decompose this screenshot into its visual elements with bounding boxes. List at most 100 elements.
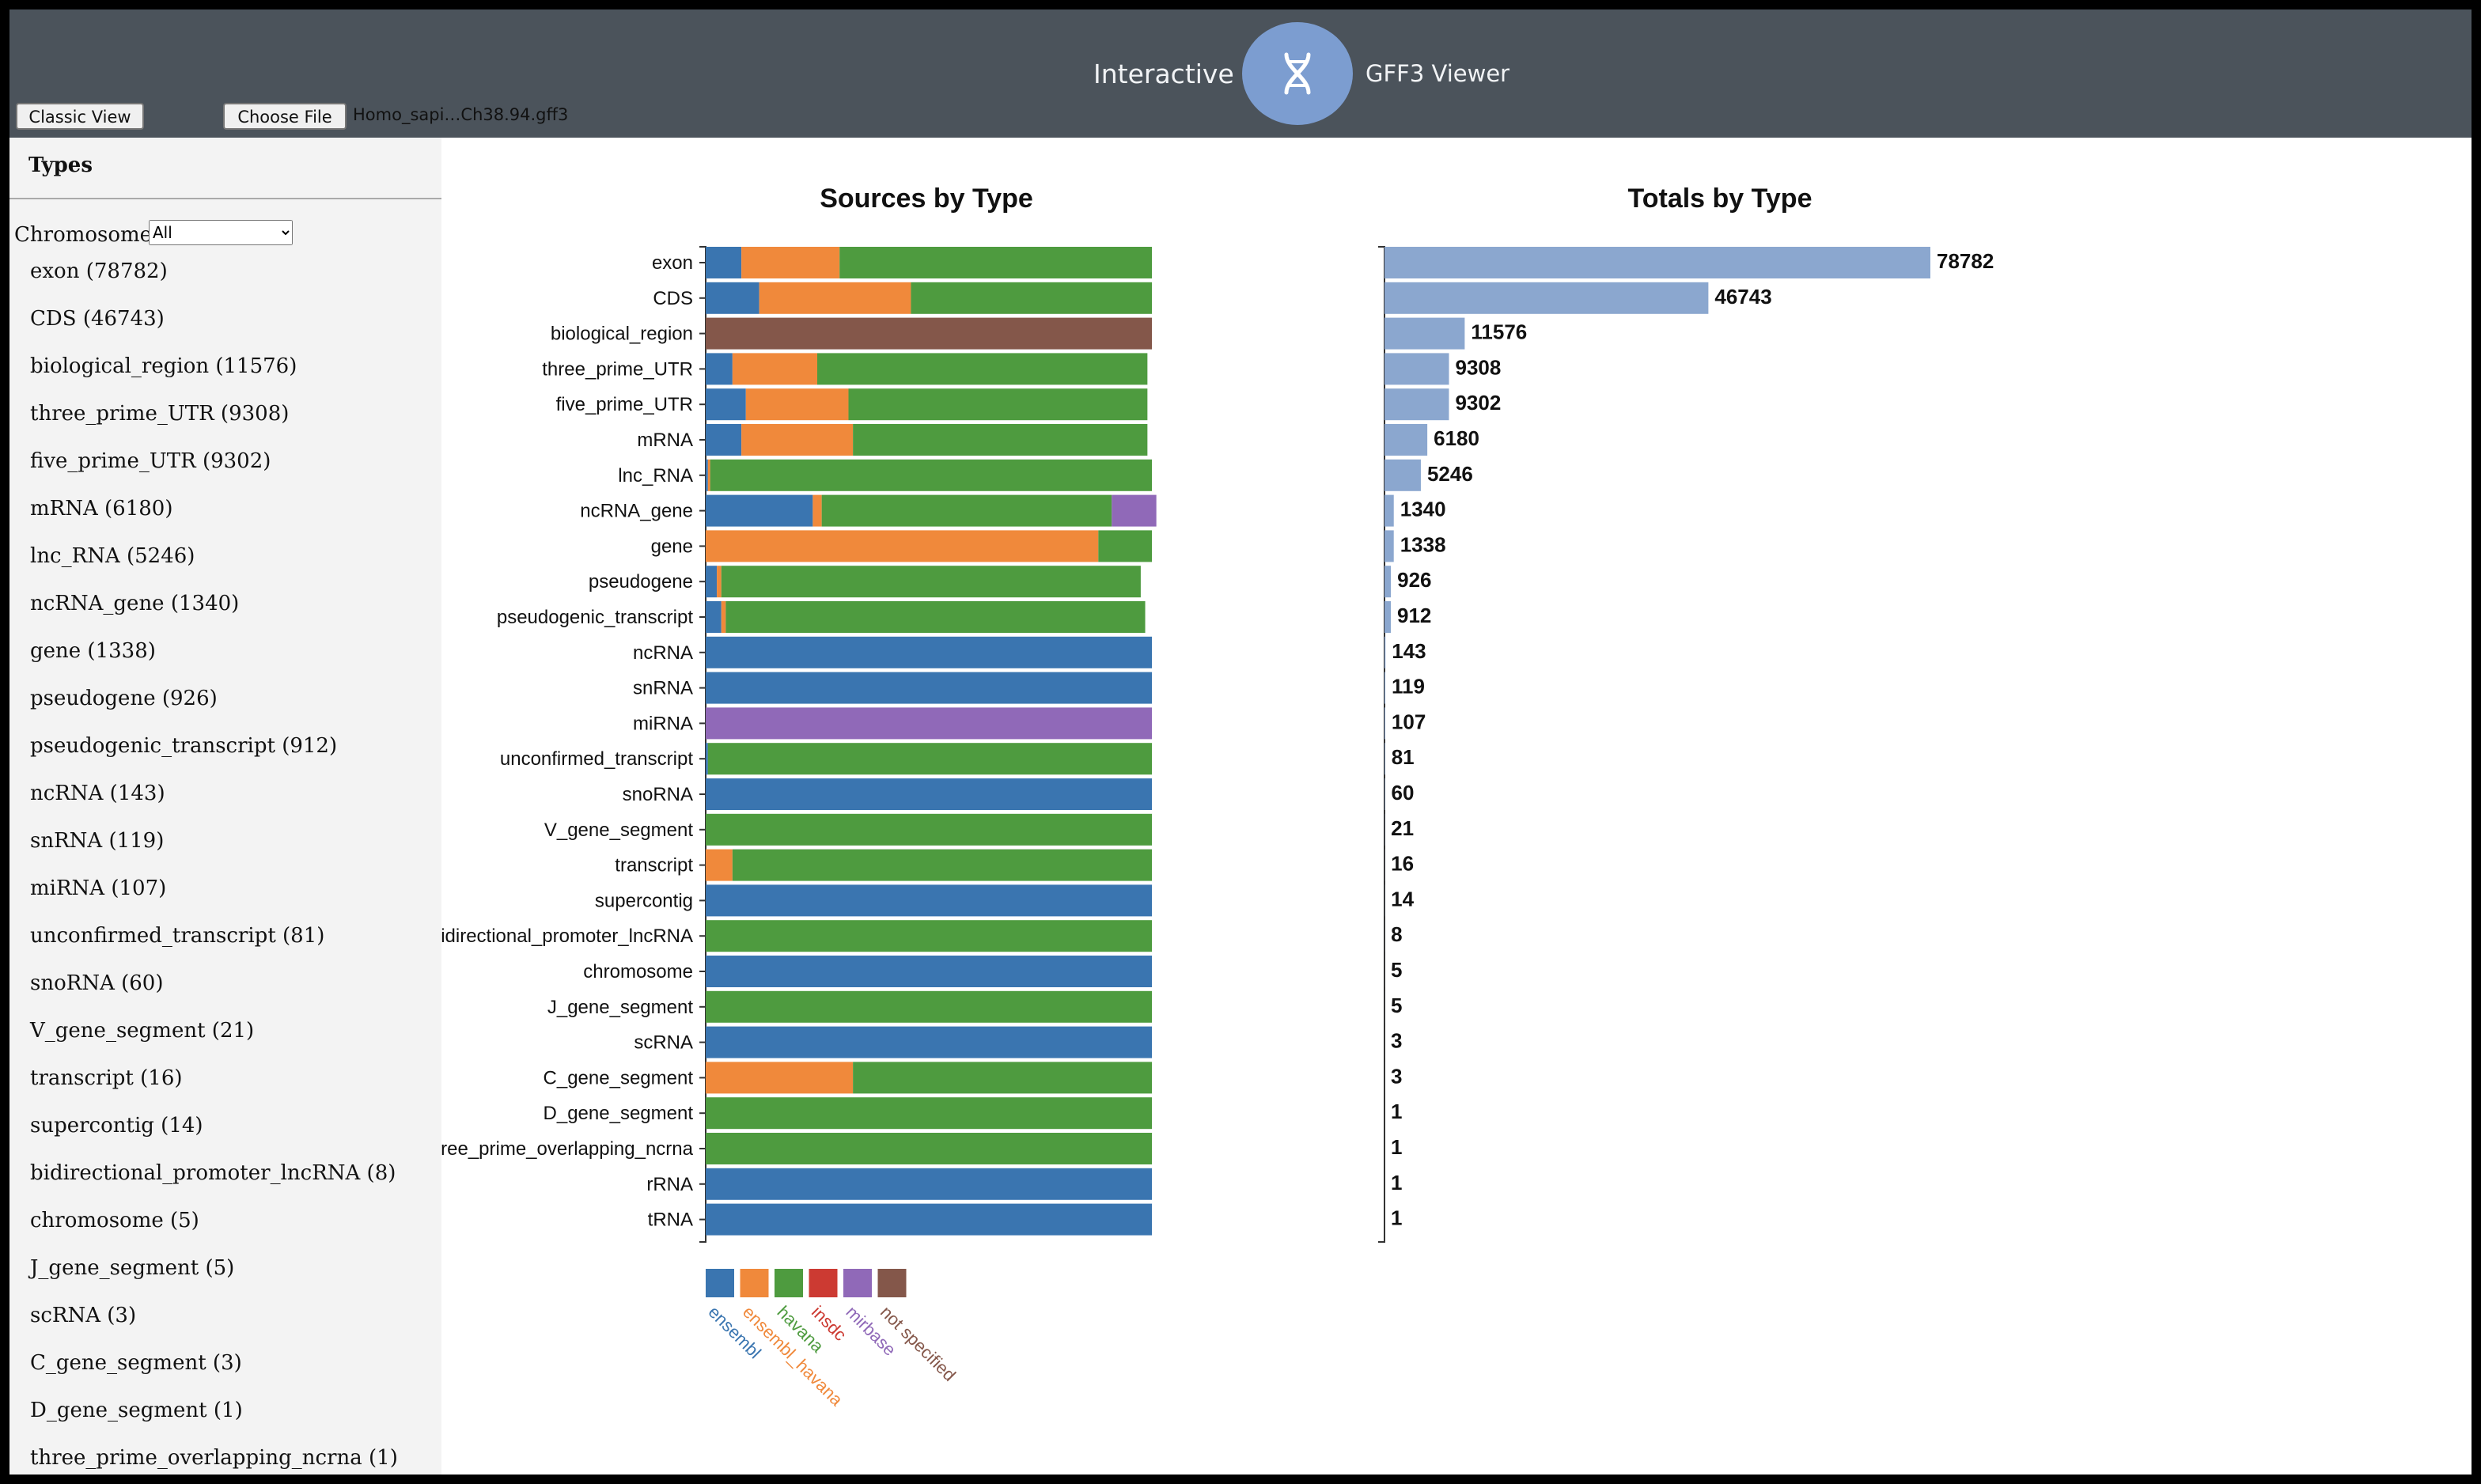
sources-bar-segment[interactable]: [721, 601, 726, 633]
type-list-item[interactable]: exon (78782): [30, 259, 398, 307]
sources-bar-segment[interactable]: [759, 282, 911, 314]
sources-bar-segment[interactable]: [706, 672, 1152, 704]
sources-bar-segment[interactable]: [741, 247, 840, 278]
sources-bar-segment[interactable]: [706, 353, 733, 385]
sources-bar-segment[interactable]: [706, 990, 1152, 1023]
totals-bar[interactable]: [1384, 778, 1385, 810]
type-list-item[interactable]: snoRNA (60): [30, 971, 398, 1019]
sources-bar-segment[interactable]: [741, 424, 854, 456]
sources-bar-segment[interactable]: [706, 956, 1152, 987]
sources-bar-segment[interactable]: [706, 282, 759, 314]
classic-view-button[interactable]: Classic View: [16, 103, 144, 130]
type-list-item[interactable]: D_gene_segment (1): [30, 1399, 398, 1446]
type-list-item[interactable]: three_prime_overlapping_ncrna (1): [30, 1446, 398, 1475]
sources-bar-segment[interactable]: [732, 849, 1152, 881]
type-list-item[interactable]: biological_region (11576): [30, 354, 398, 402]
legend-swatch[interactable]: [877, 1269, 907, 1297]
sources-bar-segment[interactable]: [1112, 494, 1157, 527]
sources-bar-segment[interactable]: [706, 1062, 854, 1094]
totals-bar[interactable]: [1384, 494, 1394, 527]
choose-file-button[interactable]: Choose File: [223, 103, 347, 130]
type-list-item[interactable]: transcript (16): [30, 1066, 398, 1114]
type-list-item[interactable]: supercontig (14): [30, 1114, 398, 1161]
type-list-item[interactable]: three_prime_UTR (9308): [30, 402, 398, 449]
totals-bar[interactable]: [1384, 424, 1428, 456]
sources-bar-segment[interactable]: [732, 353, 817, 385]
sources-bar-segment[interactable]: [853, 424, 1148, 456]
type-list-item[interactable]: ncRNA (143): [30, 782, 398, 829]
totals-bar[interactable]: [1384, 353, 1449, 385]
sources-bar-segment[interactable]: [706, 494, 813, 527]
sources-bar-segment[interactable]: [707, 459, 710, 491]
totals-bar[interactable]: [1384, 636, 1386, 668]
sources-bar-segment[interactable]: [848, 388, 1148, 421]
sources-bar-segment[interactable]: [706, 424, 742, 456]
sources-bar-segment[interactable]: [853, 1062, 1152, 1094]
sources-bar-segment[interactable]: [706, 566, 718, 598]
sources-bar-segment[interactable]: [710, 459, 1152, 491]
totals-bar[interactable]: [1384, 601, 1391, 633]
sources-bar-segment[interactable]: [706, 388, 746, 421]
type-list-item[interactable]: pseudogenic_transcript (912): [30, 734, 398, 782]
type-list-item[interactable]: J_gene_segment (5): [30, 1256, 398, 1304]
totals-bar[interactable]: [1384, 672, 1386, 704]
sources-bar-segment[interactable]: [706, 778, 1152, 810]
legend-swatch[interactable]: [775, 1269, 803, 1297]
totals-bar[interactable]: [1384, 388, 1449, 421]
sources-bar-segment[interactable]: [706, 920, 1152, 952]
sources-bar-segment[interactable]: [706, 247, 742, 278]
totals-bar[interactable]: [1384, 743, 1385, 775]
totals-bar[interactable]: [1384, 247, 1930, 278]
sources-bar-segment[interactable]: [706, 317, 1152, 350]
totals-bar[interactable]: [1384, 282, 1709, 314]
sources-bar-segment[interactable]: [706, 1133, 1152, 1164]
type-list-item[interactable]: mRNA (6180): [30, 497, 398, 544]
sources-bar-segment[interactable]: [706, 459, 708, 491]
sources-bar-segment[interactable]: [745, 388, 849, 421]
type-list-item[interactable]: chromosome (5): [30, 1209, 398, 1256]
sources-bar-segment[interactable]: [717, 566, 722, 598]
type-list-item[interactable]: pseudogene (926): [30, 687, 398, 734]
chromosome-select[interactable]: All: [149, 220, 293, 245]
sources-bar-segment[interactable]: [721, 566, 1141, 598]
sources-bar-segment[interactable]: [812, 494, 822, 527]
type-list-item[interactable]: lnc_RNA (5246): [30, 544, 398, 592]
sources-bar-segment[interactable]: [725, 601, 1146, 633]
totals-bar[interactable]: [1384, 459, 1421, 491]
sources-bar-segment[interactable]: [706, 813, 1152, 846]
sources-bar-segment[interactable]: [706, 1203, 1152, 1236]
totals-bar[interactable]: [1384, 530, 1394, 562]
type-list-item[interactable]: gene (1338): [30, 639, 398, 687]
totals-bar[interactable]: [1384, 317, 1465, 350]
sources-bar-segment[interactable]: [706, 743, 708, 775]
totals-bar[interactable]: [1384, 707, 1385, 740]
legend-swatch[interactable]: [809, 1269, 838, 1297]
legend-swatch[interactable]: [706, 1269, 734, 1297]
type-list-item[interactable]: bidirectional_promoter_lncRNA (8): [30, 1161, 398, 1209]
type-list-item[interactable]: five_prime_UTR (9302): [30, 449, 398, 497]
type-list-item[interactable]: snRNA (119): [30, 829, 398, 876]
sources-bar-segment[interactable]: [839, 247, 1152, 278]
type-list-item[interactable]: scRNA (3): [30, 1304, 398, 1351]
type-list-item[interactable]: V_gene_segment (21): [30, 1019, 398, 1066]
legend-swatch[interactable]: [740, 1269, 769, 1297]
sources-bar-segment[interactable]: [707, 743, 1152, 775]
type-list-item[interactable]: unconfirmed_transcript (81): [30, 924, 398, 971]
sources-bar-segment[interactable]: [706, 1097, 1152, 1130]
sources-bar-segment[interactable]: [706, 884, 1152, 917]
sources-bar-segment[interactable]: [911, 282, 1152, 314]
totals-bar[interactable]: [1384, 566, 1392, 598]
type-list-item[interactable]: C_gene_segment (3): [30, 1351, 398, 1399]
type-list-item[interactable]: ncRNA_gene (1340): [30, 592, 398, 639]
legend-swatch[interactable]: [843, 1269, 872, 1297]
sources-bar-segment[interactable]: [706, 530, 1099, 562]
sources-bar-segment[interactable]: [706, 707, 1152, 740]
sources-bar-segment[interactable]: [706, 1168, 1152, 1200]
sources-bar-segment[interactable]: [706, 849, 733, 881]
sources-bar-segment[interactable]: [1098, 530, 1152, 562]
sources-bar-segment[interactable]: [706, 1026, 1152, 1058]
type-list-item[interactable]: miRNA (107): [30, 876, 398, 924]
sources-bar-segment[interactable]: [817, 353, 1148, 385]
type-list-item[interactable]: CDS (46743): [30, 307, 398, 354]
sources-bar-segment[interactable]: [706, 601, 722, 633]
